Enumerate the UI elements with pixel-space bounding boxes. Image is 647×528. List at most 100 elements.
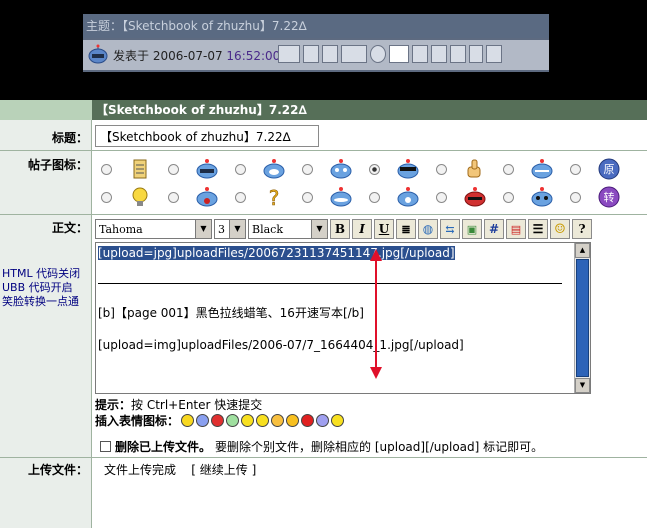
robot-icon	[531, 187, 553, 207]
body-label: 正文：	[51, 221, 88, 235]
question-icon: ?	[268, 186, 279, 208]
mad-robot-icon	[464, 187, 486, 207]
image-button[interactable]: ▣	[462, 219, 482, 239]
post-icon-grid: 原 ? 转	[95, 155, 635, 211]
happy-emoticon-icon[interactable]	[256, 414, 270, 427]
angry-robot-icon	[196, 187, 218, 207]
smiley-convert-link[interactable]: 笑脸转换一点通	[2, 295, 90, 309]
user-icon[interactable]	[322, 45, 338, 63]
svg-text:转: 转	[604, 190, 615, 204]
original-icon: 原	[598, 158, 620, 180]
recycle-icon[interactable]	[431, 45, 447, 63]
svg-text:原: 原	[604, 163, 615, 176]
robot-icon	[531, 159, 553, 179]
icon-radio[interactable]	[436, 191, 447, 203]
icon-radio[interactable]	[168, 191, 179, 203]
title-label: 标题：	[51, 131, 88, 145]
icon-radio[interactable]	[101, 191, 112, 203]
icon-radio-selected[interactable]	[369, 163, 380, 175]
post-preview: 主题：【Sketchbook of zhuzhu】7.22∆ 发表于 2006-…	[83, 14, 549, 72]
list-icon: ☰	[532, 222, 544, 236]
code-button[interactable]: #	[484, 219, 504, 239]
delete-uploads-note: 要删除个别文件，删除相应的 [upload][/upload] 标记即可。	[215, 440, 544, 454]
upload-status: 文件上传完成 [ 继续上传 ]	[104, 461, 256, 478]
icon-radio[interactable]	[302, 191, 313, 203]
note-icon	[133, 159, 147, 179]
repost-icon: 转	[598, 186, 620, 208]
smile-emoticon-icon[interactable]	[181, 414, 195, 427]
edit-icon[interactable]	[389, 45, 409, 63]
question-emoticon-icon[interactable]	[331, 414, 345, 427]
preview-info-bar: 发表于 2006-07-07 16:52:00	[83, 40, 549, 70]
cool-emoticon-icon[interactable]	[271, 414, 285, 427]
cool-robot-icon	[397, 159, 419, 179]
list-button[interactable]: ☰	[528, 219, 548, 239]
icon-radio[interactable]	[235, 163, 246, 175]
forward-icon[interactable]	[412, 45, 428, 63]
size-select[interactable]: 3 ▼	[214, 219, 246, 239]
robot-icon	[196, 159, 218, 179]
robot-icon	[397, 187, 419, 207]
icon-radio[interactable]	[369, 191, 380, 203]
selected-upload-tag: [upload=jpg]uploadFiles/2006723113745114…	[98, 246, 455, 260]
image-icon: ▣	[466, 222, 478, 236]
underline-button[interactable]: U	[374, 219, 394, 239]
scroll-down-icon[interactable]: ▼	[575, 378, 590, 393]
title-input[interactable]: 【Sketchbook of zhuzhu】7.22∆	[95, 125, 319, 147]
home-icon[interactable]	[303, 45, 319, 63]
font-select[interactable]: Tahoma ▼	[95, 219, 212, 239]
delete-uploads-checkbox[interactable]	[100, 441, 111, 452]
quote-button[interactable]: ▤	[506, 219, 526, 239]
email-button[interactable]: ⇆	[440, 219, 460, 239]
icon-radio[interactable]	[101, 163, 112, 175]
form-header: 【Sketchbook of zhuzhu】7.22∆	[0, 100, 647, 120]
icon-radio[interactable]	[302, 163, 313, 175]
icon-radio[interactable]	[503, 191, 514, 203]
editor-line: [upload=img]uploadFiles/2006-07/7_166440…	[98, 338, 464, 352]
robot-avatar-icon	[88, 44, 108, 64]
computer-icon[interactable]	[486, 45, 502, 63]
icon-radio[interactable]	[503, 163, 514, 175]
color-select[interactable]: Black ▼	[248, 219, 328, 239]
icon-radio[interactable]	[168, 163, 179, 175]
scroll-up-icon[interactable]: ▲	[575, 243, 590, 258]
continue-upload-link[interactable]: [ 继续上传 ]	[191, 463, 256, 477]
wink-emoticon-icon[interactable]	[286, 414, 300, 427]
red-double-arrow-annotation	[370, 249, 382, 379]
vertical-scrollbar[interactable]: ▲ ▼	[574, 243, 590, 393]
icon-radio[interactable]	[235, 191, 246, 203]
align-center-button[interactable]: ≣	[396, 219, 416, 239]
icon-radio[interactable]	[436, 163, 447, 175]
editor-line: [b]【page 001】黑色拉线蜡笔、16开速写本[/b]	[98, 306, 364, 320]
reply-form: 【Sketchbook of zhuzhu】7.22∆ 标题： 【Sketchb…	[0, 100, 647, 528]
confused-emoticon-icon[interactable]	[316, 414, 330, 427]
grin-emoticon-icon[interactable]	[241, 414, 255, 427]
robot-icon	[330, 187, 352, 207]
globe-icon: ◍	[422, 222, 434, 236]
ubb-mode-link[interactable]: UBB 代码开启	[2, 281, 90, 295]
bbs-icon[interactable]	[278, 45, 300, 63]
icon-radio[interactable]	[570, 191, 581, 203]
emoticon-row: 插入表情图标：	[95, 412, 345, 429]
preview-toolbar	[278, 45, 502, 65]
upload-label: 上传文件：	[27, 463, 88, 477]
html-mode-link[interactable]: HTML 代码关闭	[2, 267, 90, 281]
download-icon[interactable]	[450, 45, 466, 63]
angry-emoticon-icon[interactable]	[211, 414, 225, 427]
pm-icon[interactable]	[341, 45, 367, 63]
smiley-button[interactable]: ☺	[550, 219, 570, 239]
mad-emoticon-icon[interactable]	[301, 414, 315, 427]
laugh-emoticon-icon[interactable]	[226, 414, 240, 427]
www-icon[interactable]	[370, 45, 386, 63]
bold-button[interactable]: B	[330, 219, 350, 239]
icon-radio[interactable]	[570, 163, 581, 175]
link-button[interactable]: ◍	[418, 219, 438, 239]
align-center-icon: ≣	[401, 222, 411, 236]
help-button[interactable]: ?	[572, 219, 592, 239]
body-textarea[interactable]: [upload=jpg]uploadFiles/2006723113745114…	[95, 242, 591, 394]
italic-button[interactable]: I	[352, 219, 372, 239]
sad-emoticon-icon[interactable]	[196, 414, 210, 427]
pen-icon[interactable]	[469, 45, 483, 63]
hint-text: 按 Ctrl+Enter 快速提交	[131, 398, 263, 412]
scroll-thumb[interactable]	[576, 259, 589, 377]
